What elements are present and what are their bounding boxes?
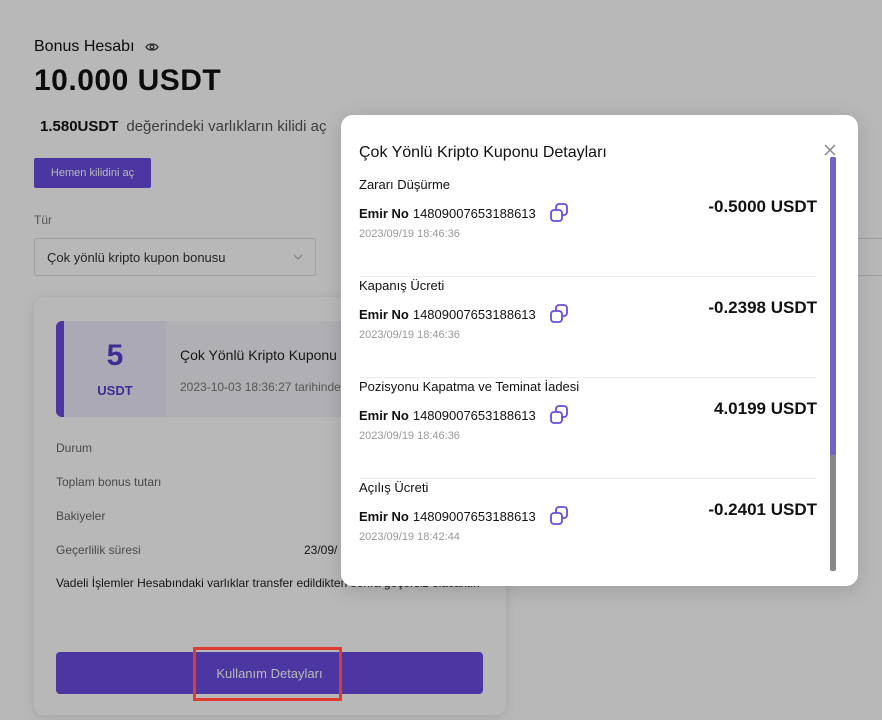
order-label: Emir No: [359, 508, 409, 524]
transaction-date: 2023/09/19 18:46:36: [359, 329, 460, 341]
order-number: 14809007653188613: [412, 306, 536, 322]
transaction-amount: -0.2398 USDT: [708, 298, 817, 317]
transaction-type: Kapanış Ücreti: [359, 278, 445, 293]
order-number-row: Emir No 14809007653188613: [359, 202, 570, 224]
close-icon[interactable]: [822, 142, 838, 158]
transaction-type: Açılış Ücreti: [359, 480, 429, 495]
transaction-date: 2023/09/19 18:42:44: [359, 531, 460, 543]
order-label: Emir No: [359, 306, 409, 322]
order-label: Emir No: [359, 407, 409, 423]
highlight-box: [193, 647, 342, 701]
transaction-amount: -0.2401 USDT: [708, 500, 817, 519]
order-number-row: Emir No 14809007653188613: [359, 404, 570, 426]
transaction-item: Kapanış Ücreti Emir No 14809007653188613…: [359, 276, 817, 378]
transaction-item: Açılış Ücreti Emir No 14809007653188613 …: [359, 478, 817, 573]
order-number-row: Emir No 14809007653188613: [359, 303, 570, 325]
coupon-details-modal: Çok Yönlü Kripto Kuponu Detayları Zararı…: [341, 115, 858, 586]
transaction-amount: -0.5000 USDT: [708, 197, 817, 216]
order-label: Emir No: [359, 205, 409, 221]
transaction-date: 2023/09/19 18:46:36: [359, 430, 460, 442]
transaction-type: Pozisyonu Kapatma ve Teminat İadesi: [359, 379, 580, 394]
copy-icon[interactable]: [548, 202, 570, 224]
copy-icon[interactable]: [548, 505, 570, 527]
order-number-row: Emir No 14809007653188613: [359, 505, 570, 527]
transaction-item: Pozisyonu Kapatma ve Teminat İadesi Emir…: [359, 377, 817, 479]
transaction-date: 2023/09/19 18:46:36: [359, 228, 460, 240]
order-number: 14809007653188613: [412, 508, 536, 524]
transaction-list[interactable]: Zararı Düşürme Emir No 14809007653188613…: [341, 175, 836, 573]
copy-icon[interactable]: [548, 404, 570, 426]
transaction-item: Zararı Düşürme Emir No 14809007653188613…: [359, 175, 817, 277]
transaction-amount: 4.0199 USDT: [714, 399, 817, 418]
order-number: 14809007653188613: [412, 407, 536, 423]
modal-title: Çok Yönlü Kripto Kuponu Detayları: [359, 144, 607, 161]
copy-icon[interactable]: [548, 303, 570, 325]
scrollbar-thumb[interactable]: [830, 157, 836, 455]
transaction-type: Zararı Düşürme: [359, 177, 451, 192]
order-number: 14809007653188613: [412, 205, 536, 221]
